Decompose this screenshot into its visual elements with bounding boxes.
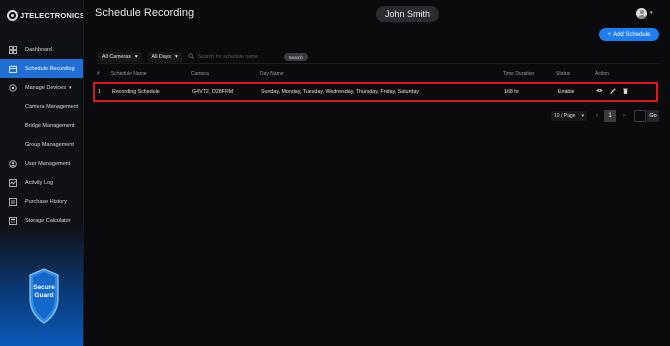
plus-icon: + <box>607 31 612 38</box>
sidebar-item-label: Group Management <box>25 141 74 148</box>
day-filter-dropdown[interactable]: All Days ▾ <box>147 52 182 62</box>
user-name-pill[interactable]: John Smith <box>376 6 439 22</box>
activity-icon <box>8 178 17 187</box>
chevron-down-icon: ▾ <box>174 54 178 60</box>
calculator-icon <box>8 216 17 225</box>
column-header-action: Action <box>595 71 609 77</box>
cell-time-duration: 168 hr <box>504 89 520 95</box>
edit-pencil-icon[interactable] <box>609 87 616 94</box>
goto-page-input[interactable] <box>634 110 646 122</box>
badge-line-1: Secure <box>33 284 55 291</box>
cell-index: 1 <box>98 89 101 95</box>
sidebar-item-label: User Management <box>25 160 71 167</box>
column-header-status[interactable]: Status <box>556 71 570 77</box>
cell-day-name: Sunday, Monday, Tuesday, Wednesday, Thur… <box>261 89 419 95</box>
app-root: JTELECTRONICS Dashboard Schedule Recordi… <box>0 0 670 346</box>
sidebar-nav: Dashboard Schedule Recording Manage Devi… <box>0 40 83 230</box>
sidebar-item-label: Dashboard <box>25 46 52 53</box>
sidebar-item-manage-devices[interactable]: Manage Devices ▾ <box>0 78 83 97</box>
add-schedule-button[interactable]: + Add Schedule <box>599 28 659 41</box>
page-title: Schedule Recording <box>95 7 195 19</box>
sidebar-item-label: Bridge Management <box>25 122 75 129</box>
page-size-value: 10 / Page <box>554 113 576 119</box>
secure-guard-badge: Secure Guard <box>28 284 60 300</box>
user-icon <box>8 159 17 168</box>
filter-bar: All Cameras ▾ All Days ▾ Search <box>98 52 308 62</box>
column-header-schedule-name[interactable]: Schedule Name <box>111 71 147 77</box>
camera-filter-dropdown[interactable]: All Cameras ▾ <box>98 52 142 62</box>
sidebar-item-user-management[interactable]: User Management <box>0 154 83 173</box>
sidebar-item-dashboard[interactable]: Dashboard <box>0 40 83 59</box>
chevron-down-icon: ▾ <box>581 113 584 119</box>
search-icon <box>187 53 194 61</box>
day-filter-value: All Days <box>151 54 171 60</box>
badge-line-2: Guard <box>34 292 54 299</box>
delete-trash-icon[interactable] <box>622 87 629 94</box>
sidebar-item-label: Activity Log <box>25 179 54 186</box>
history-icon <box>8 197 17 206</box>
column-header-day-name[interactable]: Day Name <box>260 71 284 77</box>
row-actions <box>596 87 629 94</box>
brand-logo[interactable]: JTELECTRONICS <box>7 10 84 21</box>
chevron-down-icon[interactable]: ▾ <box>650 10 653 16</box>
column-header-camera[interactable]: Camera <box>191 71 209 77</box>
sidebar-item-purchase-history[interactable]: Purchase History <box>0 192 83 211</box>
logo-mark-icon <box>7 10 18 21</box>
column-header-index: # <box>97 71 100 77</box>
dashboard-icon <box>8 45 17 54</box>
cell-status: Enable <box>558 89 575 95</box>
sidebar-item-activity-log[interactable]: Activity Log <box>0 173 83 192</box>
sidebar-item-schedule-recording[interactable]: Schedule Recording <box>0 59 83 78</box>
logo-text: JTELECTRONICS <box>20 11 84 20</box>
sidebar-item-label: Manage Devices <box>25 84 66 91</box>
search-input[interactable] <box>197 54 276 60</box>
next-page-button[interactable]: › <box>619 111 629 121</box>
go-button[interactable]: Go <box>647 110 659 122</box>
sidebar-item-label: Purchase History <box>25 198 67 205</box>
sidebar-item-label: Camera Management <box>25 103 79 110</box>
add-schedule-label: Add Schedule <box>613 31 651 38</box>
devices-icon <box>8 83 17 92</box>
page-number-current[interactable]: 1 <box>604 110 616 122</box>
sidebar-item-storage-calculator[interactable]: Storage Calculator <box>0 211 83 230</box>
camera-filter-value: All Cameras <box>102 54 131 60</box>
sidebar-item-group-management[interactable]: Group Management <box>0 135 83 154</box>
view-eye-icon[interactable] <box>596 87 603 94</box>
cell-camera: G4VT2, O28FRM <box>192 89 234 95</box>
search-button[interactable]: Search <box>283 53 308 61</box>
calendar-icon <box>8 64 17 73</box>
column-header-time-duration[interactable]: Time Duration <box>503 71 534 77</box>
sidebar-item-bridge-management[interactable]: Bridge Management <box>0 116 83 135</box>
sidebar-item-label: Storage Calculator <box>25 217 71 224</box>
avatar-icon[interactable] <box>636 8 647 19</box>
page-size-dropdown[interactable]: 10 / Page ▾ <box>551 111 587 121</box>
sidebar: JTELECTRONICS Dashboard Schedule Recordi… <box>0 0 84 346</box>
divider <box>98 63 660 64</box>
sidebar-item-camera-management[interactable]: Camera Management <box>0 97 83 116</box>
chevron-down-icon: ▾ <box>68 84 72 91</box>
cell-schedule-name: Recording Schedule <box>112 89 160 95</box>
prev-page-button[interactable]: ‹ <box>592 111 602 121</box>
sidebar-item-label: Schedule Recording <box>25 65 75 72</box>
search-box <box>187 52 278 62</box>
chevron-down-icon: ▾ <box>134 54 138 60</box>
